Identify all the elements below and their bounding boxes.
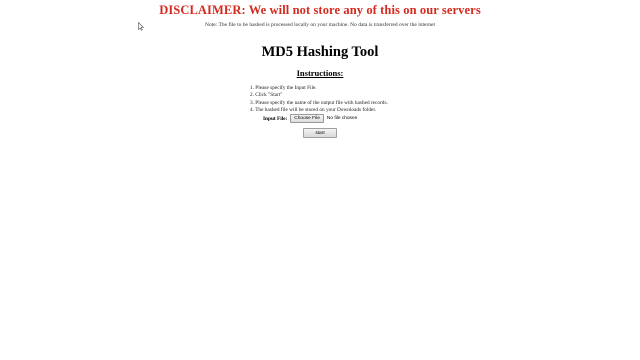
file-status-text: No file chosen — [326, 116, 358, 121]
input-file-row: Input File: Choose File No file chosen — [263, 114, 357, 123]
input-file-label: Input File: — [263, 115, 288, 122]
instruction-step: 1. Please specify the Input File. — [250, 85, 317, 91]
instruction-list: 1. Please specify the Input File. 2. Cli… — [250, 85, 388, 115]
choose-file-button[interactable]: Choose File — [290, 114, 324, 123]
instructions-heading: Instructions: — [296, 68, 344, 78]
disclaimer-text: DISCLAIMER: We will not store any of thi… — [159, 3, 481, 17]
instruction-step: 2. Click "Start" — [250, 92, 283, 99]
page-title: MD5 Hashing Tool — [261, 44, 379, 60]
mouse-pointer-icon — [138, 22, 144, 31]
browser-viewport: DISCLAIMER: We will not store any of thi… — [0, 0, 640, 360]
privacy-note: Note: The file to be hashed is processed… — [204, 22, 436, 28]
start-button[interactable]: start — [303, 128, 337, 138]
